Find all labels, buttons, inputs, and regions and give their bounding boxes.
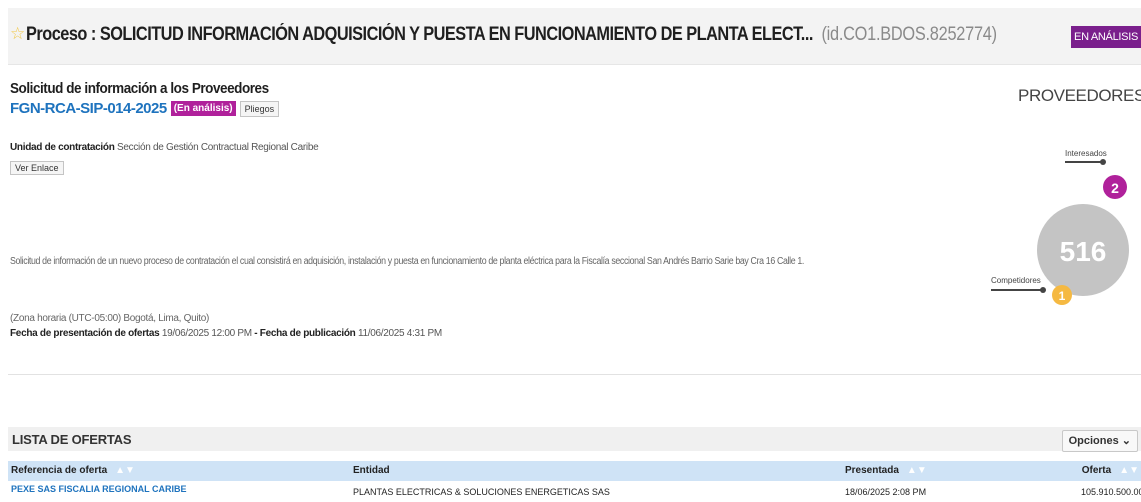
- analysis-badge: (En análisis): [170, 101, 236, 116]
- column-entity-label: Entidad: [353, 465, 390, 476]
- options-button[interactable]: Opciones ⌄: [1061, 430, 1138, 452]
- column-submitted[interactable]: Presentada ▲▼: [845, 465, 927, 476]
- table-row: PEXE SAS FISCALIA REGIONAL CARIBE PLANTA…: [8, 484, 1141, 500]
- presentation-value: 19/06/2025 12:00 PM: [161, 328, 252, 339]
- sort-icon[interactable]: ▲▼: [115, 465, 135, 476]
- publication-label: Fecha de publicación: [259, 328, 356, 339]
- publication-value: 11/06/2025 4:31 PM: [357, 328, 442, 339]
- star-icon[interactable]: ☆: [10, 24, 25, 44]
- total-providers-count: 516: [1060, 236, 1107, 267]
- process-title: Proceso : SOLICITUD INFORMACIÓN ADQUISIC…: [26, 24, 997, 46]
- options-label: Opciones: [1068, 435, 1119, 447]
- dates-separator: -: [254, 328, 258, 339]
- contracting-unit: Unidad de contratación Sección de Gestió…: [10, 142, 319, 153]
- competitors-label[interactable]: Competidores: [991, 276, 1041, 285]
- offers-table-header: Referencia de oferta ▲▼ Entidad Presentad…: [8, 461, 1141, 481]
- ver-enlace-wrapper: Ver Enlace: [10, 158, 64, 176]
- column-entity: Entidad: [353, 465, 390, 476]
- summary-title: Solicitud de información a los Proveedor…: [10, 80, 269, 97]
- offers-header-bar: LISTA DE OFERTAS Opciones ⌄: [8, 427, 1141, 452]
- process-description: Solicitud de información de un nuevo pro…: [10, 256, 804, 267]
- timezone-note: (Zona horaria (UTC-05:00) Bogotá, Lima, …: [10, 313, 210, 324]
- process-id: (id.CO1.BDOS.8252774): [821, 24, 997, 45]
- process-title-text: Proceso : SOLICITUD INFORMACIÓN ADQUISIC…: [26, 24, 813, 45]
- presentation-label: Fecha de presentación de ofertas: [10, 328, 160, 339]
- column-submitted-label: Presentada: [845, 465, 899, 476]
- column-reference-label: Referencia de oferta: [11, 465, 108, 476]
- offer-amount: 105.910.500.000: [1081, 487, 1141, 497]
- chevron-down-icon: ⌄: [1121, 435, 1131, 447]
- pliegos-button[interactable]: Pliegos: [239, 100, 280, 117]
- unit-value: Sección de Gestión Contractual Regional …: [117, 142, 319, 153]
- offer-reference-link[interactable]: PEXE SAS FISCALIA REGIONAL CARIBE: [11, 484, 187, 494]
- ver-enlace-button[interactable]: Ver Enlace: [10, 161, 64, 175]
- sort-icon[interactable]: ▲▼: [907, 465, 927, 476]
- offer-entity: PLANTAS ELECTRICAS & SOLUCIONES ENERGETI…: [353, 487, 610, 497]
- interested-leader-dot: [1100, 159, 1106, 165]
- providers-title: PROVEEDORES: [1018, 86, 1141, 105]
- process-header: ☆ Proceso : SOLICITUD INFORMACIÓN ADQUIS…: [8, 8, 1141, 65]
- process-reference[interactable]: FGN-RCA-SIP-014-2025: [10, 100, 167, 117]
- providers-bubble-chart: 516 Interesados 2 Competidores 1: [991, 149, 1129, 305]
- reference-line: FGN-RCA-SIP-014-2025 (En análisis) Plieg…: [10, 100, 297, 117]
- competitors-leader-dot: [1040, 287, 1046, 293]
- unit-label: Unidad de contratación: [10, 142, 115, 153]
- interested-label[interactable]: Interesados: [1065, 149, 1107, 158]
- interested-count: 2: [1111, 180, 1119, 196]
- sort-icon[interactable]: ▲▼: [1119, 465, 1139, 476]
- summary-block: Solicitud de información a los Proveedor…: [10, 80, 297, 117]
- competitors-count: 1: [1059, 289, 1066, 303]
- column-offer-label: Oferta: [1081, 465, 1112, 476]
- status-badge: EN ANÁLISIS: [1071, 26, 1141, 48]
- column-offer[interactable]: Oferta ▲▼: [1082, 465, 1139, 476]
- dates-line: Fecha de presentación de ofertas 19/06/2…: [10, 328, 442, 339]
- offers-list-title: LISTA DE OFERTAS: [12, 432, 132, 447]
- column-reference[interactable]: Referencia de oferta ▲▼: [11, 465, 135, 476]
- offer-submitted: 18/06/2025 2:08 PM: [845, 487, 927, 497]
- section-divider: [8, 374, 1141, 375]
